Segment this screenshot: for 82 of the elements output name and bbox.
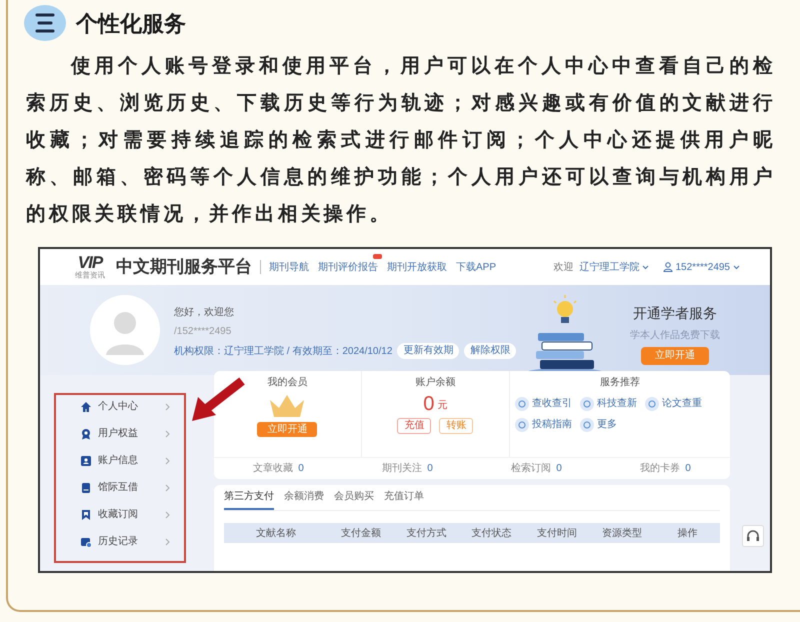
- chevron-icon: [165, 430, 170, 438]
- nav-link[interactable]: 下载APP: [456, 260, 496, 274]
- sidebar-item[interactable]: 用户权益: [60, 424, 178, 443]
- column-header: 支付状态: [470, 526, 513, 540]
- column-header: 操作: [676, 526, 698, 540]
- nav-link[interactable]: 期刊评价报告: [318, 260, 378, 274]
- new-badge-icon: [373, 254, 382, 258]
- stat-label: 检索订阅: [511, 462, 552, 476]
- stat-label: 我的卡券: [640, 462, 680, 476]
- logo-mark: VIP: [78, 254, 102, 270]
- bookmark-icon: [80, 508, 92, 520]
- welcome-text: 欢迎: [554, 260, 574, 274]
- currency-unit: 元: [437, 399, 448, 413]
- chevron-icon: [165, 538, 170, 546]
- sidebar-label: 个人中心: [98, 400, 139, 414]
- chevron-icon: [165, 456, 170, 464]
- greeting-text: 您好，欢迎您: [174, 306, 235, 320]
- recharge-button[interactable]: 充值: [397, 418, 432, 434]
- promo-subtitle: 学本人作品免费下载: [630, 328, 720, 343]
- arrow-icon: [190, 377, 246, 423]
- sidebar-item[interactable]: 收藏订阅: [60, 505, 178, 524]
- stat-label: 期刊关注: [382, 462, 422, 476]
- tab[interactable]: 第三方支付: [224, 489, 274, 510]
- id-card-icon: [80, 454, 92, 466]
- membership-button[interactable]: 立即开通: [257, 422, 318, 437]
- promo-title: 开通学者服务: [633, 304, 717, 323]
- sidebar-label: 账户信息: [98, 454, 139, 468]
- institution-dropdown[interactable]: 辽宁理工学院: [580, 260, 640, 274]
- transfer-button[interactable]: 转账: [439, 418, 474, 434]
- stat-value: 0: [556, 462, 562, 476]
- column-header: 资源类型: [601, 526, 644, 540]
- permission-button[interactable]: 更新有效期: [397, 343, 460, 359]
- tab[interactable]: 会员购买: [334, 489, 374, 510]
- section-heading: 个性化服务: [76, 10, 186, 38]
- chevron-icon: [165, 402, 170, 410]
- sidebar-label: 历史记录: [98, 534, 139, 549]
- nav-link[interactable]: 期刊开放获取: [387, 260, 447, 274]
- user-dropdown[interactable]: 152****2495: [676, 260, 730, 274]
- nav-link[interactable]: 期刊导航: [269, 260, 309, 274]
- stat-value: 0: [298, 462, 304, 476]
- sidebar-label: 收藏订阅: [98, 508, 139, 522]
- sidebar-label: 馆际互借: [98, 480, 139, 495]
- user-icon: [662, 262, 672, 272]
- stat-label: 文章收藏: [253, 462, 294, 476]
- tab[interactable]: 充值订单: [384, 489, 424, 510]
- caret-icon: [733, 264, 740, 270]
- column-header: 支付方式: [405, 526, 448, 540]
- sidebar-item[interactable]: 账户信息: [60, 451, 178, 470]
- balance-amount: 0: [423, 392, 434, 416]
- sidebar-label: 用户权益: [98, 426, 139, 441]
- permission-button[interactable]: 解除权限: [464, 343, 516, 359]
- chevron-icon: [165, 484, 170, 492]
- promo-button[interactable]: 立即开通: [641, 347, 709, 365]
- list-icon: [24, 5, 66, 41]
- book-icon: [80, 482, 92, 494]
- service-link[interactable]: 投稿指南: [514, 417, 572, 432]
- card-title: 我的会员: [267, 376, 308, 390]
- service-link[interactable]: 科技查新: [580, 396, 637, 411]
- badge-icon: [80, 428, 92, 440]
- caret-icon: [642, 264, 648, 270]
- service-link[interactable]: 查收查引: [514, 396, 572, 411]
- account-text: /152****2495: [174, 325, 232, 339]
- sidebar-item[interactable]: 历史记录: [60, 532, 178, 551]
- sidebar-item[interactable]: 馆际互借: [60, 478, 178, 497]
- site-title: 中文期刊服务平台: [116, 256, 252, 278]
- column-header: 支付金额: [340, 526, 382, 540]
- stat-value: 0: [427, 462, 433, 476]
- chevron-icon: [165, 510, 170, 518]
- card-title: 服务推荐: [600, 376, 640, 390]
- card-title: 账户余额: [415, 376, 456, 390]
- permission-text: 机构权限：辽宁理工学院 / 有效期至：2024/10/12: [174, 344, 392, 358]
- paragraph: 使用个人账号登录和使用平台，用户可以在个人中心中查看自己的检索历史、浏览历史、下载历史等行为轨迹；对感兴趣或有价值的文献进行收藏；对需要持续追踪的检索式进行邮件订阅；个人中心还提供用户昵称、邮箱、密码等个人信息的维护功能；个人用户还可以查询与机构用户的权限关联情况，并作出相关操作。: [26, 54, 776, 227]
- headset-icon: [742, 525, 764, 547]
- avatar-icon: [90, 295, 160, 365]
- stat-value: 0: [685, 462, 691, 476]
- service-link[interactable]: 论文查重: [644, 396, 702, 411]
- home-icon: [80, 400, 92, 412]
- tab[interactable]: 余额消费: [284, 489, 324, 510]
- service-link[interactable]: 更多: [580, 417, 617, 432]
- column-header: 支付时间: [536, 526, 578, 540]
- sidebar-item[interactable]: 个人中心: [60, 397, 178, 416]
- column-header: 文献名称: [255, 526, 298, 540]
